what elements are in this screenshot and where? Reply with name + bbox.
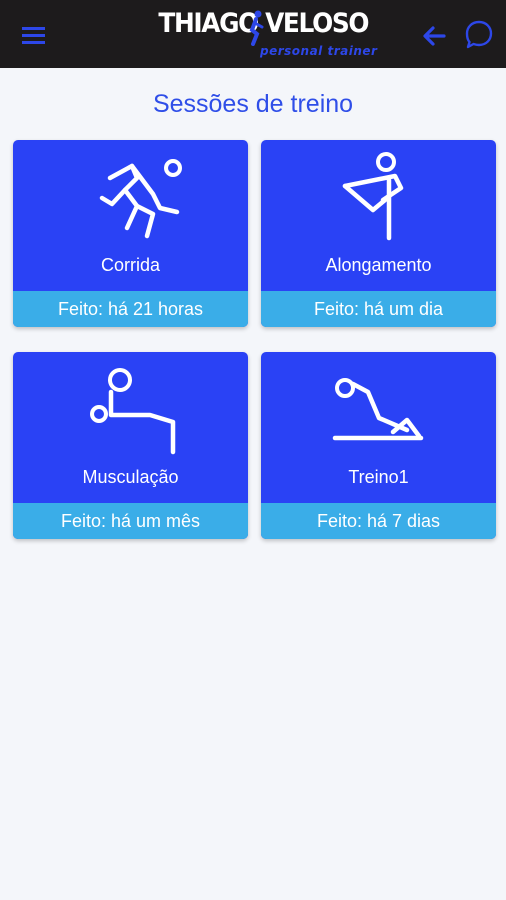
session-label: Musculação [82,467,179,487]
app-header: THIAGO VELOSO personal trainer [0,0,506,68]
session-label: Treino1 [348,467,409,487]
weightlifting-person-icon [90,368,176,455]
session-status: Feito: há 7 dias [261,503,496,539]
stretching-person-icon [342,152,404,241]
brand-logo: THIAGO VELOSO personal trainer [150,6,377,64]
session-card-treino1[interactable]: Treino1 Feito: há 7 dias [261,352,496,539]
session-card-musculacao[interactable]: Musculação Feito: há um mês [13,352,248,539]
page-title: Sessões de treino [152,90,354,118]
back-button[interactable] [418,20,450,52]
session-label: Corrida [100,255,161,275]
chat-bubble-icon [465,20,493,49]
session-card-corrida[interactable]: Corrida Feito: há 21 horas [13,140,248,327]
brand-subtitle: personal trainer [260,44,378,58]
chat-button[interactable] [462,18,496,52]
arrow-left-icon [423,26,446,46]
session-status: Feito: há um dia [261,291,496,327]
menu-button[interactable] [14,20,54,50]
session-label: Alongamento [325,255,432,275]
hamburger-menu-icon [22,27,45,44]
runner-logo-icon [249,10,264,46]
session-card-alongamento[interactable]: Alongamento Feito: há um dia [261,140,496,327]
running-person-icon [99,159,182,239]
training-exercise-icon [332,378,424,441]
session-status: Feito: há 21 horas [13,291,248,327]
session-status: Feito: há um mês [13,503,248,539]
